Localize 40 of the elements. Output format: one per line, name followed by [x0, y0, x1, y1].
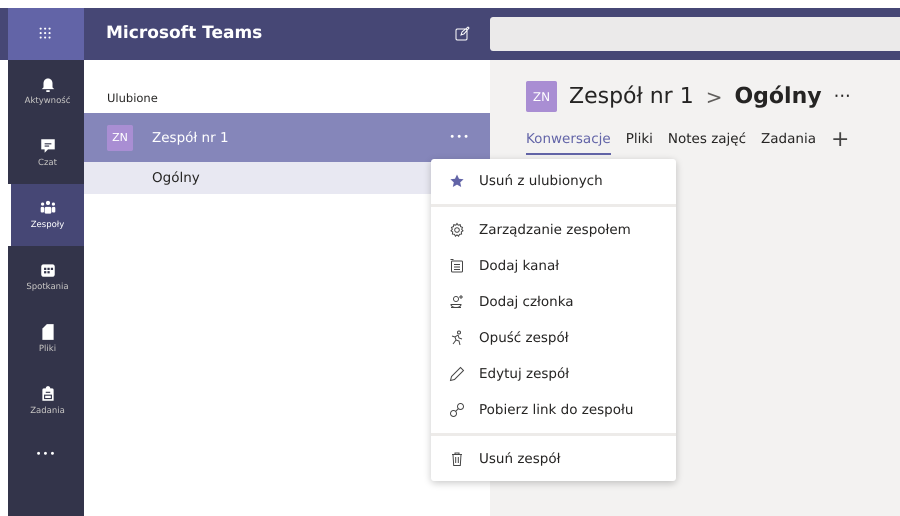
- breadcrumb-separator: >: [706, 84, 722, 110]
- menu-item[interactable]: Dodaj członka: [431, 284, 676, 320]
- star-icon: [449, 173, 465, 189]
- settings-icon: [449, 222, 465, 238]
- tab[interactable]: Konwersacje: [526, 127, 611, 156]
- team-name: Zespół nr 1: [152, 128, 230, 148]
- menu-item[interactable]: Pobierz link do zespołu: [431, 392, 676, 428]
- chat-bubble-icon: [38, 136, 56, 155]
- tab[interactable]: Pliki: [626, 127, 653, 156]
- app-rail-item[interactable]: Zadania: [8, 370, 84, 432]
- add-tab-button[interactable]: +: [830, 129, 850, 156]
- person-add-icon: [449, 294, 465, 310]
- search-field[interactable]: [490, 17, 900, 51]
- menu-item[interactable]: Usuń zespół: [431, 441, 676, 477]
- more-button[interactable]: •••: [8, 446, 84, 463]
- tab[interactable]: Notes zajęć: [668, 127, 746, 156]
- app-rail-item[interactable]: Zespoły: [8, 184, 84, 246]
- compose-icon: [454, 26, 470, 42]
- menu-item[interactable]: Edytuj zespół: [431, 356, 676, 392]
- more-options-button[interactable]: ···: [834, 83, 851, 110]
- team-avatar: ZN: [526, 81, 557, 112]
- channel-title: Ogólny: [734, 83, 822, 111]
- trash-icon: [449, 451, 465, 467]
- tab[interactable]: Zadania: [761, 127, 816, 156]
- app-rail-item[interactable]: Spotkania: [8, 246, 84, 308]
- menu-item[interactable]: Dodaj kanał: [431, 248, 676, 284]
- menu-item[interactable]: Usuń z ulubionych: [431, 163, 676, 199]
- list-icon: [449, 258, 465, 274]
- team-name: Zespół nr 1: [569, 83, 694, 111]
- app-rail-item[interactable]: Aktywność: [8, 60, 84, 122]
- running-figure-icon: [449, 330, 465, 346]
- pencil-icon: [449, 366, 465, 382]
- menu-item[interactable]: Opuść zespół: [431, 320, 676, 356]
- app-title: Microsoft Teams: [106, 22, 262, 46]
- link-icon: [449, 402, 465, 418]
- team-avatar: ZN: [107, 124, 133, 151]
- app-rail-item[interactable]: Czat: [8, 122, 84, 184]
- section-heading: Ulubione: [106, 90, 159, 107]
- app-rail-item[interactable]: Pliki: [8, 308, 84, 370]
- menu-item[interactable]: Zarządzanie zespołem: [431, 212, 676, 248]
